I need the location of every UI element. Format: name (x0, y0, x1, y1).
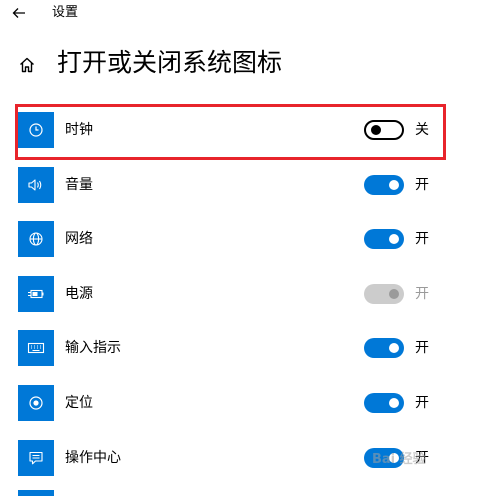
watermark: Bai 经验 (372, 452, 426, 467)
clock-tile (18, 112, 54, 148)
location-tile (18, 385, 54, 421)
toggle-state-label: 开 (415, 340, 429, 356)
row-label: 时钟 (65, 122, 93, 138)
system-icon-row-volume: 音量 开 (0, 167, 500, 207)
toggle-knob (389, 398, 399, 408)
action-center-icon (29, 451, 43, 465)
toggle-knob (389, 343, 399, 353)
system-icon-row-input-indicator: 输入指示 开 (0, 330, 500, 370)
row-label: 操作中心 (65, 450, 121, 466)
toggle-knob (389, 234, 399, 244)
system-icon-row-power: 电源 开 (0, 276, 500, 316)
toggle-knob (389, 289, 399, 299)
location-toggle[interactable] (364, 393, 404, 413)
back-button[interactable] (8, 2, 30, 24)
network-toggle[interactable] (364, 229, 404, 249)
row-label: 音量 (65, 177, 93, 193)
power-toggle[interactable] (364, 284, 404, 304)
clock-icon (29, 123, 43, 137)
keyboard-icon (27, 342, 45, 354)
row-label: 电源 (65, 286, 93, 302)
toggle-state-label: 关 (415, 122, 429, 138)
toggle-state-label: 开 (415, 231, 429, 247)
input-indicator-toggle[interactable] (364, 338, 404, 358)
action-center-tile (18, 440, 54, 476)
row-label: 网络 (65, 231, 93, 247)
system-icon-row-location: 定位 开 (0, 385, 500, 425)
next-row-tile (18, 490, 54, 496)
clock-toggle[interactable] (364, 120, 404, 140)
volume-toggle[interactable] (364, 175, 404, 195)
location-target-icon (29, 396, 43, 410)
window-title: 设置 (52, 5, 79, 20)
toggle-state-label: 开 (415, 395, 429, 411)
home-icon (20, 57, 34, 73)
toggle-state-label: 开 (415, 177, 429, 193)
system-icon-row-network: 网络 开 (0, 221, 500, 261)
battery-power-icon (28, 289, 44, 299)
toggle-state-label: 开 (415, 286, 429, 302)
home-button[interactable] (16, 54, 38, 76)
back-arrow-icon (12, 8, 25, 18)
toggle-knob (371, 125, 381, 135)
row-label: 输入指示 (65, 340, 121, 356)
volume-tile (18, 167, 54, 203)
volume-icon (28, 179, 42, 191)
network-globe-icon (29, 232, 43, 246)
power-tile (18, 276, 54, 312)
page-title: 打开或关闭系统图标 (57, 48, 283, 77)
input-indicator-tile (18, 330, 54, 366)
toggle-knob (389, 180, 399, 190)
network-tile (18, 221, 54, 257)
title-bar: 设置 (0, 0, 500, 28)
system-icon-row-clock: 时钟 关 (0, 112, 500, 152)
row-label: 定位 (65, 395, 93, 411)
